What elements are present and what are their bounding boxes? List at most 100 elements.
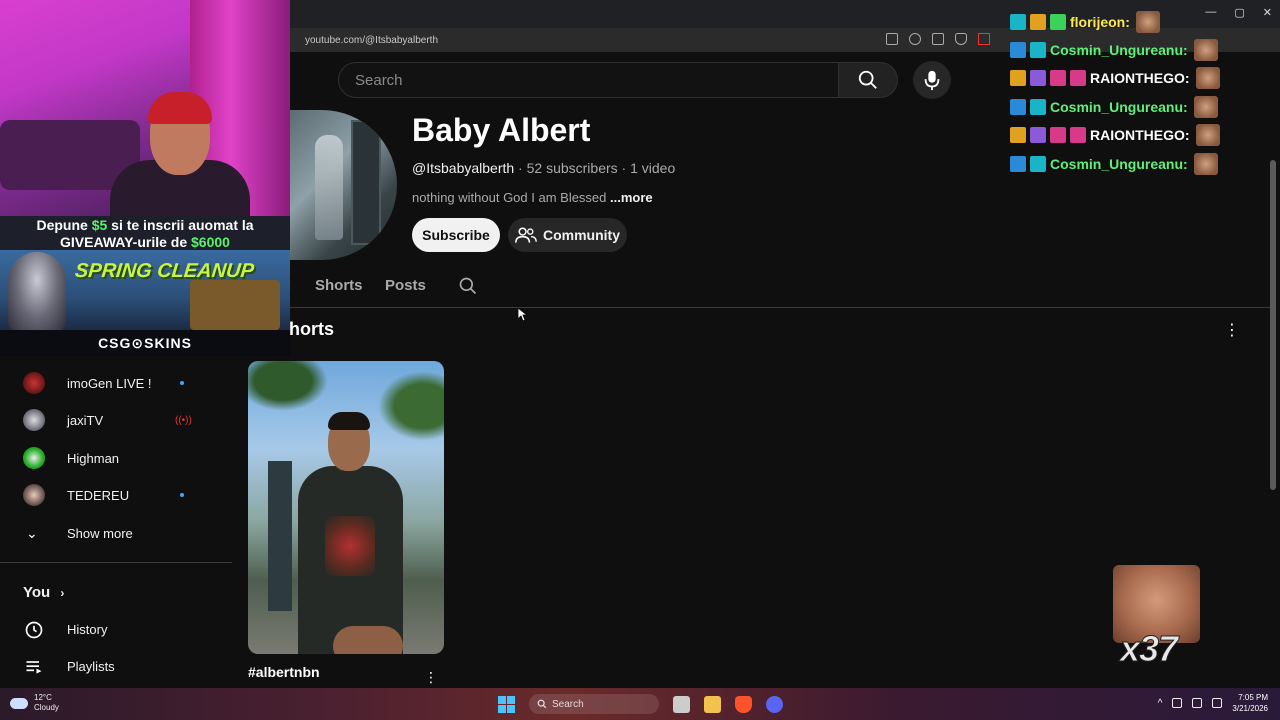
channel-handle: @Itsbabyalberth	[412, 160, 515, 176]
short-thumbnail[interactable]	[248, 361, 444, 654]
rewards-icon[interactable]	[978, 33, 990, 45]
chat-message: Cosmin_Ungureanu:	[1010, 150, 1218, 178]
brave-browser-icon[interactable]	[735, 695, 752, 713]
voice-search-button[interactable]	[913, 61, 951, 99]
section-title: horts	[289, 319, 334, 339]
ad-headline: Depune $5 si te inscrii auomat la GIVEAW…	[0, 216, 290, 252]
zoom-icon[interactable]	[909, 33, 921, 45]
url-text[interactable]: youtube.com/@Itsbabyalberth	[305, 35, 438, 46]
microphone-icon	[924, 70, 940, 91]
sidebar-item-label: jaxiTV	[67, 412, 104, 428]
channel-name: Baby Albert	[412, 112, 591, 148]
search-icon	[858, 70, 877, 89]
you-section-header[interactable]: You ›	[23, 584, 64, 601]
file-explorer-icon[interactable]	[704, 695, 721, 713]
sidebar-item-label: Playlists	[67, 659, 115, 674]
chat-username: Cosmin_Ungureanu:	[1050, 99, 1188, 115]
sidebar: imoGen LIVE ! jaxiTV ((•)) Highman TEDER…	[0, 355, 240, 690]
close-icon[interactable]: ✕	[1263, 6, 1272, 19]
window-controls: — ▢ ✕	[1205, 6, 1272, 19]
subscribe-button[interactable]: Subscribe	[412, 218, 500, 252]
section-menu-icon[interactable]: ⋮	[1224, 320, 1240, 340]
badge-icon	[1050, 127, 1066, 143]
sidebar-item-label: imoGen LIVE !	[67, 375, 152, 391]
network-icon[interactable]	[1192, 698, 1203, 708]
chat-message: florijeon:	[1010, 8, 1160, 36]
webcam-overlay	[0, 0, 290, 218]
os-taskbar: 12°C Cloudy Search ^ 7:05 PM 3/21/2026	[0, 688, 1280, 720]
sidebar-item-jaxitv[interactable]: jaxiTV ((•))	[0, 402, 240, 438]
sidebar-divider	[0, 562, 232, 563]
chevron-up-icon[interactable]: ^	[1158, 698, 1163, 709]
shield-icon[interactable]	[955, 33, 967, 45]
sidebar-item-imogen[interactable]: imoGen LIVE !	[0, 365, 240, 401]
taskbar-search[interactable]: Search	[529, 694, 659, 714]
avatar	[23, 447, 45, 469]
badge-icon	[1010, 42, 1026, 58]
sidebar-item-highman[interactable]: Highman	[0, 440, 240, 476]
badge-icon	[1010, 14, 1026, 30]
show-more-label: Show more	[67, 525, 133, 541]
short-menu-icon[interactable]: ⋮	[424, 669, 438, 686]
more-link[interactable]: ...more	[610, 190, 653, 205]
search-icon	[537, 699, 547, 709]
channel-meta: @Itsbabyalberth · 52 subscribers · 1 vid…	[412, 160, 676, 176]
show-more-button[interactable]: ⌄ Show more	[0, 515, 240, 551]
weather-widget[interactable]: 12°C Cloudy	[10, 693, 59, 713]
history-icon	[25, 621, 43, 639]
restore-icon[interactable]: ▢	[1234, 6, 1244, 19]
clock-time: 7:05 PM	[1238, 693, 1268, 702]
badge-icon	[1010, 156, 1026, 172]
windows-start-icon[interactable]	[498, 695, 515, 713]
minimize-icon[interactable]: —	[1205, 6, 1216, 19]
search-button[interactable]	[838, 62, 898, 98]
avatar	[23, 484, 45, 506]
chevron-right-icon: ›	[60, 586, 65, 600]
community-icon	[515, 227, 537, 243]
new-content-dot	[180, 381, 184, 385]
task-view-icon[interactable]	[673, 695, 690, 713]
tab-shorts[interactable]: Shorts	[315, 277, 363, 294]
page-scrollbar[interactable]	[1270, 160, 1276, 490]
short-title[interactable]: #albertnbn	[248, 664, 320, 680]
chat-username: RAIONTHEGO:	[1090, 70, 1190, 86]
channel-avatar[interactable]	[287, 110, 397, 260]
avatar	[23, 409, 45, 431]
address-bar-icons	[886, 33, 990, 45]
channel-search-button[interactable]	[458, 276, 478, 301]
tab-posts[interactable]: Posts	[385, 277, 426, 294]
mouse-cursor-icon	[518, 308, 528, 322]
clock[interactable]: 7:05 PM 3/21/2026	[1232, 692, 1268, 714]
community-button[interactable]: Community	[508, 218, 627, 252]
emote-icon	[1193, 39, 1218, 61]
system-tray: ^ 7:05 PM 3/21/2026	[1158, 692, 1268, 714]
sidebar-item-playlists[interactable]: Playlists	[0, 649, 240, 685]
search-box[interactable]	[338, 62, 840, 98]
sidebar-item-tedereu[interactable]: TEDEREU	[0, 477, 240, 513]
emote-icon	[1193, 96, 1218, 118]
chat-username: florijeon:	[1070, 14, 1130, 30]
speaker-icon[interactable]	[1212, 698, 1223, 708]
badge-icon	[1030, 70, 1046, 86]
playlists-icon	[26, 661, 42, 674]
chat-message: RAIONTHEGO:	[1010, 121, 1220, 149]
taskbar-search-label: Search	[552, 698, 584, 710]
sidebar-item-label: Highman	[67, 450, 120, 466]
channel-description[interactable]: nothing without God I am Blessed ...more	[412, 190, 653, 205]
volume-icon[interactable]	[1172, 698, 1183, 708]
chevron-down-icon: ⌄	[26, 524, 38, 541]
ad-brand: CSG⊙SKINS	[0, 330, 290, 356]
chat-username: Cosmin_Ungureanu:	[1050, 42, 1188, 58]
ad-banner-image: SPRING CLEANUP	[0, 250, 290, 332]
description-text: nothing without God I am Blessed	[412, 190, 607, 205]
share-icon[interactable]	[932, 33, 944, 45]
you-label: You	[23, 584, 51, 601]
sidebar-item-history[interactable]: History	[0, 612, 240, 648]
chat-username: RAIONTHEGO:	[1090, 127, 1190, 143]
subscriber-count: 52 subscribers	[526, 160, 618, 176]
cast-icon[interactable]	[886, 33, 898, 45]
discord-icon[interactable]	[766, 695, 783, 713]
search-input[interactable]	[355, 71, 839, 89]
badge-icon	[1030, 99, 1046, 115]
ad-banner-text: SPRING CLEANUP	[73, 260, 256, 282]
